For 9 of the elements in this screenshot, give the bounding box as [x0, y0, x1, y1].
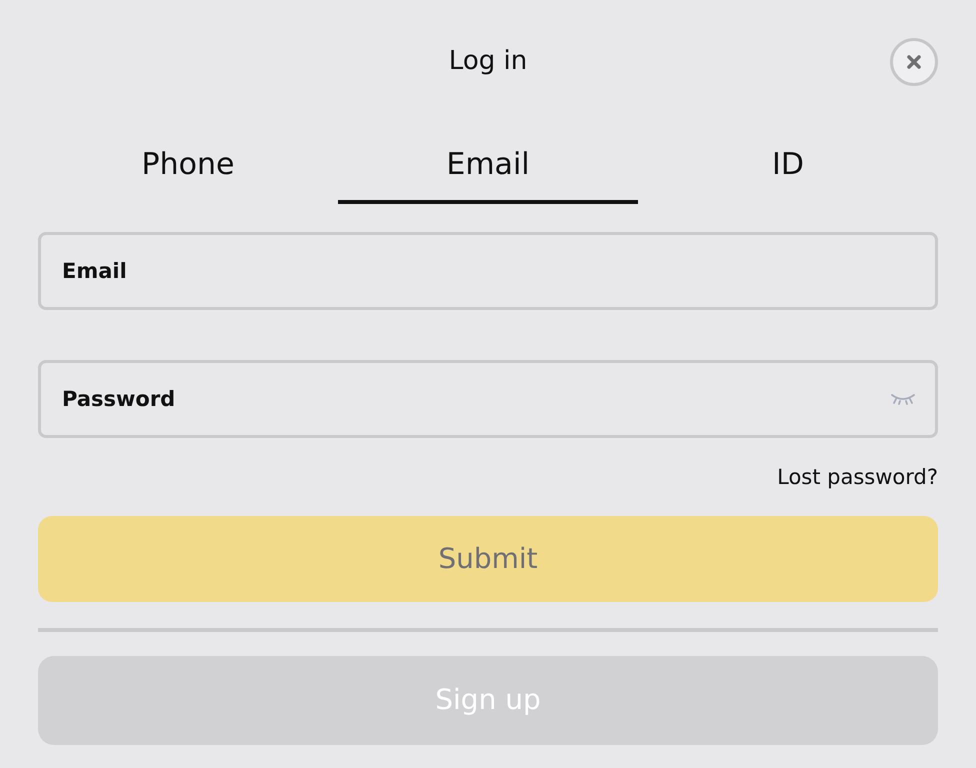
lost-password-link[interactable]: Lost password?	[777, 462, 938, 494]
dialog-title: Log in	[448, 45, 528, 78]
close-icon	[906, 54, 922, 70]
tab[interactable]: Phone	[38, 124, 338, 204]
tab[interactable]: ID	[638, 124, 938, 204]
tab[interactable]: Email	[338, 124, 638, 204]
email-field[interactable]: Email	[38, 232, 938, 310]
password-field[interactable]: Password	[38, 360, 938, 438]
close-button[interactable]	[890, 38, 938, 86]
